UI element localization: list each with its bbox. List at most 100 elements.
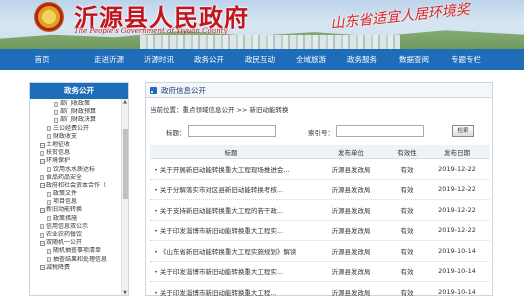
nav-item-gov-open[interactable]: 政务公开 — [184, 49, 234, 70]
tree-item-label: 政府和社会资本合作（ — [46, 181, 107, 189]
collapse-toggle-icon[interactable]: − — [40, 240, 45, 246]
title-search-label: 标题： — [166, 129, 186, 137]
document-icon — [47, 216, 51, 222]
tree-item[interactable]: 扶贫信息 — [30, 149, 122, 157]
row-title-link[interactable]: 《山东省新旧动能转换重大工程实施规划》解读 — [150, 246, 312, 256]
table-row: 关于支持新旧动能转换重大工程的若干政... 沂源县发改局 有效 2019-12-22 — [150, 200, 490, 221]
document-icon — [40, 224, 44, 230]
category-tree: 部门收政策 部门财政预算 部门财政决算 三公经费公开 财政收支 − 土地征收 扶贫信息 − 环境保… — [30, 99, 122, 272]
row-date: 2019-12-22 — [438, 205, 476, 214]
tree-item[interactable]: 项目信息 — [30, 198, 122, 206]
tree-item-label: 抽查结果和处理信息 — [53, 255, 108, 263]
document-icon — [40, 150, 44, 156]
sidebar-scrollbar[interactable]: ▲ ▼ — [121, 99, 128, 295]
tree-item-label: 信用信息双公示 — [46, 222, 89, 230]
info-table: 标题 发布单位 有效性 发布日期 关于开展新旧动能转换重大工程现场推进会... 沂… — [150, 145, 490, 296]
tree-item-label: 饮用水水质达标 — [53, 165, 96, 173]
tree-item[interactable]: − 新旧动能转换 — [30, 206, 122, 214]
table-row: 关于印发淄博市新旧动能转换重大工程实... 沂源县发改局 有效 2019-10-14 — [150, 262, 490, 282]
row-unit: 沂源县发改局 — [331, 227, 371, 236]
tree-item[interactable]: 饮用水水质达标 — [30, 166, 122, 174]
nav-item-news[interactable]: 沂源时讯 — [134, 49, 184, 70]
row-date: 2019-12-22 — [438, 185, 476, 194]
tree-item[interactable]: − 减税降费 — [30, 264, 122, 272]
nav-item-services[interactable]: 政务服务 — [336, 49, 388, 70]
row-unit: 沂源县发改局 — [331, 268, 371, 277]
main-nav: 首页 走进沂源 沂源时讯 政务公开 政民互动 全域旅游 政务服务 数据查阅 专题… — [0, 49, 524, 70]
collapse-toggle-icon[interactable]: − — [40, 183, 45, 189]
rss-icon — [150, 86, 157, 94]
document-icon — [47, 126, 51, 132]
title-search-input[interactable] — [188, 125, 276, 137]
row-title-link[interactable]: 关于印发淄博市新旧动能转换重大工程实... — [150, 266, 312, 276]
tree-item[interactable]: − 双随机一公开 — [30, 239, 122, 247]
document-icon — [54, 117, 58, 123]
tree-item[interactable]: 政策措施 — [30, 215, 122, 223]
nav-item-tourism[interactable]: 全域旅游 — [286, 49, 336, 70]
tree-item[interactable]: 随机抽查事项清单 — [30, 247, 122, 255]
row-validity: 有效 — [400, 206, 414, 215]
tree-item-label: 项目信息 — [53, 198, 78, 206]
tree-item[interactable]: 部门收政策 — [30, 100, 122, 108]
row-unit: 沂源县发改局 — [331, 288, 371, 296]
collapse-toggle-icon[interactable]: − — [40, 208, 45, 214]
nav-item-data[interactable]: 数据查阅 — [388, 49, 440, 70]
panel-header: 政府信息公开 — [146, 83, 492, 98]
tree-item[interactable]: 财政收支 — [30, 133, 122, 141]
row-title-link[interactable]: 关于支持新旧动能转换重大工程的若干政... — [150, 205, 312, 215]
tree-item[interactable]: 信用信息双公示 — [30, 223, 122, 231]
table-row: 关于开展新旧动能转换重大工程现场推进会... 沂源县发改局 有效 2019-12-22 — [150, 159, 490, 180]
row-title-link[interactable]: 关于印发淄博市新旧动能转换重大工程... — [150, 287, 312, 296]
tree-item[interactable]: − 政府和社会资本合作（ — [30, 182, 122, 190]
scroll-up-icon[interactable]: ▲ — [122, 99, 128, 106]
tree-item[interactable]: 农业农药餐饮 — [30, 231, 122, 239]
row-validity: 有效 — [400, 227, 414, 236]
tree-item[interactable]: 抽查结果和处理信息 — [30, 256, 122, 264]
award-slogan: 山东省适宜人居环境奖 — [329, 1, 471, 33]
tree-item[interactable]: 政策文件 — [30, 190, 122, 198]
tree-item-label: 减税降费 — [46, 263, 71, 271]
site-subtitle: The People's Government of Yiyuan County — [74, 27, 228, 35]
search-form: 标题： 索引号： 检索 — [166, 125, 486, 139]
nav-item-about[interactable]: 走进沂源 — [84, 49, 134, 70]
breadcrumb: 当前位置：重点领域信息公开 >> 新旧动能转换 — [150, 106, 289, 114]
nav-item-interaction[interactable]: 政民互动 — [234, 49, 286, 70]
document-icon — [40, 175, 44, 181]
tree-item[interactable]: 三公经费公开 — [30, 125, 122, 133]
tree-item-label: 扶贫信息 — [46, 149, 71, 157]
national-emblem-icon — [34, 2, 64, 32]
tree-item-label: 土地征收 — [46, 140, 71, 148]
search-button[interactable]: 检索 — [452, 125, 474, 137]
row-title-link[interactable]: 关于开展新旧动能转换重大工程现场推进会... — [150, 164, 312, 174]
document-icon — [47, 257, 51, 263]
row-date: 2019-10-14 — [438, 267, 476, 276]
collapse-toggle-icon[interactable]: − — [40, 142, 45, 148]
index-search-input[interactable] — [336, 125, 424, 137]
sidebar-title: 政务公开 — [30, 83, 128, 99]
nav-item-home[interactable]: 首页 — [0, 49, 84, 70]
row-validity: 有效 — [400, 165, 414, 174]
row-validity: 有效 — [400, 268, 414, 277]
row-title-link[interactable]: 关于印发淄博市新旧动能转换重大工程实... — [150, 225, 312, 235]
tree-item[interactable]: 部门财政预算 — [30, 108, 122, 116]
nav-item-topics[interactable]: 专题专栏 — [440, 49, 492, 70]
col-validity-header: 有效性 — [397, 148, 417, 157]
collapse-toggle-icon[interactable]: − — [40, 265, 45, 271]
row-validity: 有效 — [400, 288, 414, 296]
sidebar-tree-panel: 部门收政策 部门财政预算 部门财政决算 三公经费公开 财政收支 − 土地征收 扶贫信息 − 环境保… — [30, 99, 128, 295]
row-date: 2019-10-14 — [438, 287, 476, 296]
tree-item-label: 新旧动能转换 — [46, 206, 83, 214]
tree-item[interactable]: 部门财政决算 — [30, 116, 122, 124]
row-title-link[interactable]: 关于分解落实市对区县新旧动能转换考核... — [150, 184, 312, 194]
sidebar: 政务公开 部门收政策 部门财政预算 部门财政决算 三公经费公开 财政收支 − 土地征收 扶贫信… — [29, 82, 129, 296]
tree-item[interactable]: 食品药品安全 — [30, 174, 122, 182]
scroll-thumb[interactable] — [123, 129, 128, 199]
collapse-toggle-icon[interactable]: − — [40, 158, 45, 164]
tree-item[interactable]: − 土地征收 — [30, 141, 122, 149]
row-unit: 沂源县发改局 — [331, 186, 371, 195]
scroll-down-icon[interactable]: ▼ — [122, 290, 128, 295]
tree-item-label: 三公经费公开 — [53, 124, 90, 132]
tree-item-label: 政策措施 — [53, 214, 78, 222]
tree-item-label: 部门财政决算 — [60, 116, 97, 124]
tree-item[interactable]: − 环境保护 — [30, 157, 122, 165]
